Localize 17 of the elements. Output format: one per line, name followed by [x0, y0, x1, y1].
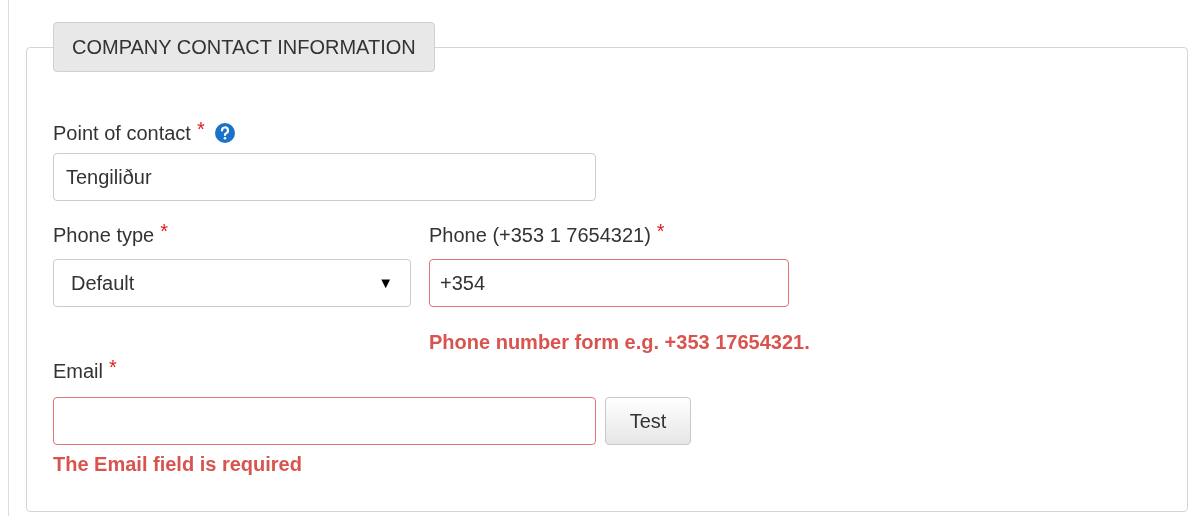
required-mark: * — [160, 221, 168, 241]
error-message: Phone number form e.g. +353 17654321. — [429, 330, 810, 351]
phone-field[interactable]: +354 — [429, 259, 789, 307]
help-icon[interactable] — [214, 123, 235, 143]
text-field[interactable]: Tengiliður — [53, 153, 596, 201]
required-mark: * — [656, 221, 665, 241]
dropdown[interactable]: Default ▼ — [53, 259, 411, 307]
field-label: Email — [53, 361, 103, 381]
section-title: COMPANY CONTACT INFORMATION — [53, 22, 435, 72]
test-button[interactable]: Test — [605, 397, 691, 445]
required-mark: * — [196, 119, 205, 139]
field-label: Point of contact — [53, 123, 191, 143]
error-message: The Email field is required — [53, 452, 303, 477]
field-label: Phone (+353 1 7654321) — [429, 225, 651, 245]
required-mark: * — [109, 357, 117, 377]
email-field[interactable] — [53, 397, 596, 445]
field-label: Phone type — [53, 225, 155, 245]
